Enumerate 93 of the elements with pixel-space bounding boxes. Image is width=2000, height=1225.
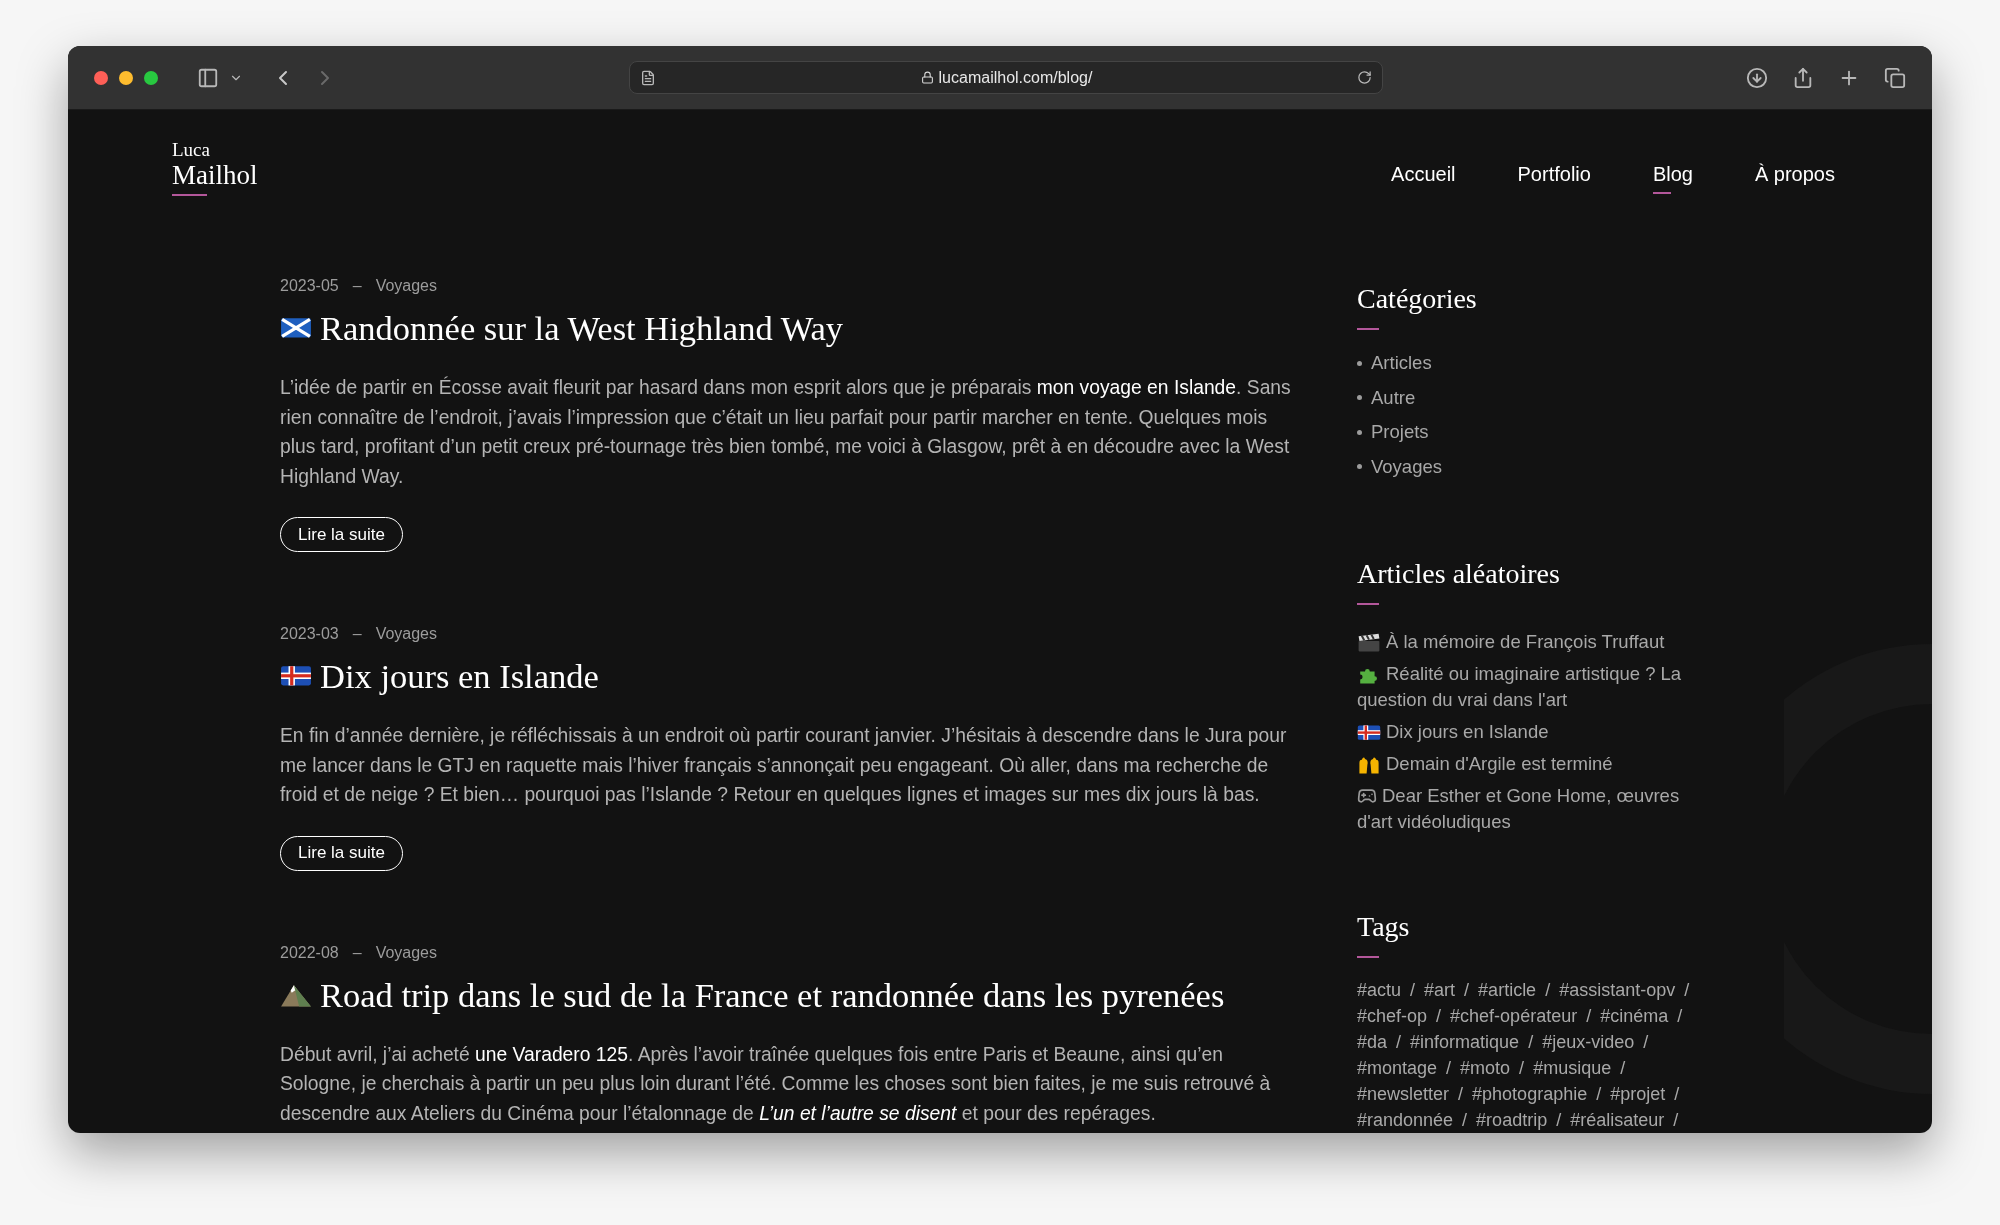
tag-link[interactable]: #chef-opérateur	[1450, 1002, 1578, 1030]
tag-separator: /	[1620, 1056, 1626, 1080]
category-link[interactable]: Projets	[1371, 418, 1429, 447]
tag-link[interactable]: #informatique	[1410, 1028, 1520, 1056]
nav-link[interactable]: Portfolio	[1517, 162, 1591, 186]
post-title[interactable]: Dix jours en Islande	[320, 656, 599, 696]
tabs-overview-icon[interactable]	[1884, 66, 1906, 89]
url-text: lucamailhol.com/blog/	[938, 67, 1093, 88]
tag-link[interactable]: #actu	[1357, 976, 1402, 1004]
lock-icon	[920, 71, 934, 84]
bullet-icon	[1357, 464, 1362, 470]
tag-separator: /	[1677, 1004, 1683, 1028]
meta-separator: –	[352, 276, 362, 296]
post-excerpt: L’idée de partir en Écosse avait fleurit par hasard dans mon esprit alors que je préparais mon voyage en Islande. Sans rien connaître de l’endroit, j’avais l’impression que c’était un lieu parfait pour partir marcher en tente. Quelques mois plus tard, profitant d’un petit creux pré-tournage très bien tombé, me voici à Glasgow, prêt à en découdre avec la West Highland Way.	[280, 375, 1292, 489]
tag-link[interactable]: #randonnée	[1357, 1106, 1454, 1133]
tag-link[interactable]: #montage	[1357, 1054, 1438, 1082]
nav-link[interactable]: Accueil	[1391, 162, 1456, 186]
sidebar-heading: Tags	[1357, 910, 1411, 944]
post-excerpt: Début avril, j’ai acheté une Varadero 125. Après l’avoir traînée quelques fois entre Paris et Beaune, ainsi qu’en Sologne, je cherchais à partir un peu plus loin durant l’été. Comme les choses sont bien faites, je me suis retrouvé à descendre aux Ateliers du Cinéma pour l’étalonnage de L’un et l’autre se disent et pour des repérages.	[280, 1042, 1272, 1126]
random-article-link[interactable]: Réalité ou imaginaire artistique ? La question du vrai dans l'art	[1357, 661, 1717, 713]
category-link[interactable]: Voyages	[375, 942, 437, 963]
logo-first-name[interactable]: Luca	[172, 140, 258, 160]
tag-separator: /	[1464, 978, 1470, 1002]
tag-separator: /	[1684, 978, 1690, 1002]
logo-last-name[interactable]: Mailhol	[172, 160, 258, 190]
bullet-icon	[1357, 395, 1362, 401]
share-icon[interactable]	[1792, 66, 1814, 89]
tag-separator: /	[1545, 978, 1551, 1002]
sidebar-toggle-icon[interactable]	[197, 66, 219, 89]
tag-link[interactable]: #art	[1424, 976, 1456, 1004]
minimize-button[interactable]	[119, 70, 133, 85]
post-title[interactable]: Randonnée sur la West Highland Way	[320, 308, 844, 348]
tag-link[interactable]: #cinéma	[1600, 1002, 1669, 1030]
tag-separator: /	[1528, 1030, 1534, 1054]
nav-link[interactable]: Blog	[1652, 162, 1693, 186]
tag-separator: /	[1586, 1004, 1592, 1028]
tag-separator: /	[1396, 1030, 1402, 1054]
meta-separator: –	[352, 942, 362, 963]
page-icon[interactable]	[640, 69, 656, 86]
tag-link[interactable]: #projet	[1610, 1080, 1666, 1108]
tag-separator: /	[1556, 1108, 1562, 1132]
tag-separator: /	[1519, 1056, 1525, 1080]
meta-separator: –	[352, 624, 362, 644]
random-article-link[interactable]: Dear Esther et Gone Home, œuvres d'art vidéoludiques	[1357, 783, 1717, 835]
tag-separator: /	[1436, 1004, 1442, 1028]
tag-separator: /	[1674, 1082, 1680, 1106]
tag-separator: /	[1410, 978, 1416, 1002]
inline-link[interactable]: une Varadero 125	[475, 1043, 628, 1065]
post-date: 2023-03	[280, 624, 339, 644]
random-article-link[interactable]: Demain d'Argile est terminé	[1357, 751, 1717, 777]
tag-link[interactable]: #photographie	[1472, 1080, 1588, 1108]
close-button[interactable]	[94, 70, 108, 85]
sidebar-heading: Articles aléatoires	[1357, 557, 1561, 591]
category-link[interactable]: Voyages	[375, 624, 437, 644]
clapperboard-icon	[1357, 632, 1381, 652]
tag-separator: /	[1446, 1056, 1452, 1080]
tag-link[interactable]: #da	[1357, 1028, 1388, 1056]
tag-link[interactable]: #musique	[1533, 1054, 1612, 1082]
bullet-icon	[1357, 360, 1362, 366]
post-date: 2022-08	[280, 942, 339, 963]
nav-link[interactable]: À propos	[1754, 162, 1835, 186]
tag-separator: /	[1462, 1108, 1468, 1132]
tag-separator: /	[1643, 1030, 1649, 1054]
film-link[interactable]: L’un et l’autre se disent	[759, 1102, 957, 1124]
tag-link[interactable]: #moto	[1460, 1054, 1511, 1082]
category-link[interactable]: Voyages	[1371, 452, 1442, 481]
tag-link[interactable]: #chef-op	[1357, 1002, 1428, 1030]
reload-icon[interactable]	[1357, 70, 1372, 85]
category-link[interactable]: Autre	[1371, 383, 1416, 412]
sidebar-heading: Catégories	[1357, 282, 1478, 316]
tag-link[interactable]: #jeux-video	[1542, 1028, 1635, 1056]
maximize-button[interactable]	[144, 70, 158, 85]
tag-link[interactable]: #assistant-opv	[1559, 976, 1676, 1004]
tag-link[interactable]: #article	[1478, 976, 1537, 1004]
category-link[interactable]: Voyages	[375, 276, 437, 296]
tag-separator: /	[1596, 1082, 1602, 1106]
tag-separator: /	[1458, 1082, 1464, 1106]
address-bar[interactable]: lucamailhol.com/blog/	[629, 61, 1383, 94]
random-article-link[interactable]: Dix jours en Islande	[1357, 719, 1717, 745]
flag-icon	[1357, 722, 1381, 742]
bullet-icon	[1357, 429, 1362, 435]
download-icon[interactable]	[1746, 66, 1768, 89]
post-title[interactable]: Road trip dans le sud de la France et randonnée dans les pyrenées	[320, 974, 1225, 1015]
gamepad-icon	[1357, 786, 1377, 806]
tag-link[interactable]: #roadtrip	[1476, 1106, 1548, 1133]
tag-link[interactable]: #newsletter	[1357, 1080, 1450, 1108]
post-excerpt: En fin d’année dernière, je réfléchissais à un endroit où partir courant janvier. J’hésitais à descendre dans le Jura pour me lancer dans le GTJ en raquette mais l’hiver français s’annonçait peu engageant. Où aller, dans ma recherche de froid et de neige ? Et bien… pourquoi pas l’Islande ? Retour en quelques lignes et images sur mes dix jours là bas.	[280, 724, 1288, 807]
tag-link[interactable]: #réalisateur	[1570, 1106, 1665, 1133]
tag-separator: /	[1673, 1108, 1679, 1132]
random-article-link[interactable]: À la mémoire de François Truffaut	[1357, 629, 1717, 655]
category-link[interactable]: Articles	[1371, 349, 1432, 378]
post-date: 2023-05	[280, 276, 339, 296]
inline-link[interactable]: mon voyage en Islande	[1036, 377, 1237, 398]
